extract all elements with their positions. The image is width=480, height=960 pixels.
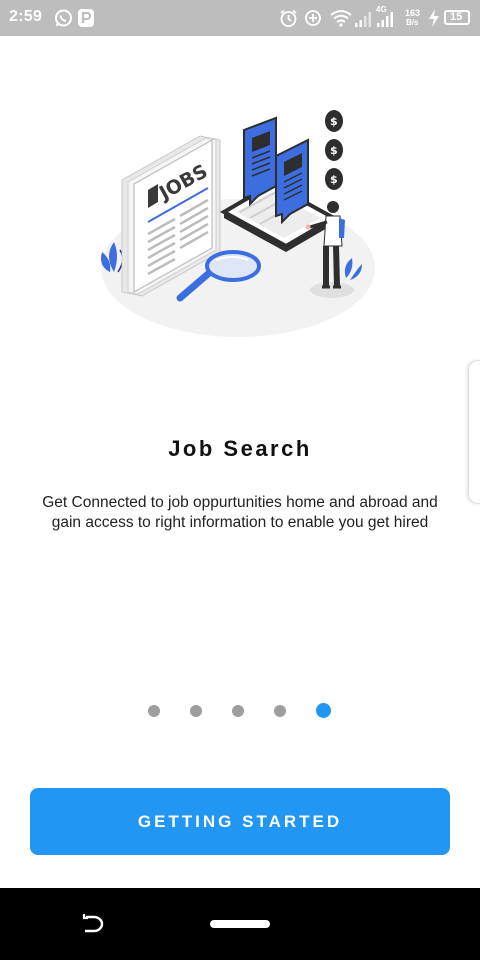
- svg-text:$: $: [330, 173, 338, 186]
- home-pill[interactable]: [210, 920, 270, 928]
- page-indicator: [0, 702, 480, 720]
- charging-icon: [429, 9, 439, 27]
- page-dot[interactable]: [274, 705, 286, 717]
- svg-text:$: $: [330, 115, 338, 128]
- svg-text:$: $: [330, 144, 338, 157]
- p-app-icon: [78, 9, 94, 27]
- edge-panel-handle[interactable]: [468, 360, 480, 504]
- battery-icon: 15: [444, 10, 470, 25]
- back-icon[interactable]: [80, 912, 106, 936]
- page-dot[interactable]: [232, 705, 244, 717]
- navigation-bar: [0, 888, 480, 960]
- dollar-coin-icon: $ $ $: [325, 110, 343, 190]
- whatsapp-icon: [55, 9, 72, 27]
- status-time: 2:59: [9, 8, 43, 25]
- page-dot-active[interactable]: [316, 703, 331, 718]
- job-search-illustration: JOBS $ $ $: [101, 110, 375, 337]
- signal-icon: [355, 12, 371, 27]
- data-saver-icon: [305, 10, 321, 26]
- page-dot[interactable]: [148, 705, 160, 717]
- signal-icon-2: [377, 12, 393, 27]
- wifi-icon: [330, 10, 352, 27]
- getting-started-button[interactable]: GETTING STARTED: [30, 788, 450, 855]
- battery-level: 15: [450, 11, 463, 23]
- alarm-icon: [280, 9, 297, 27]
- onboarding-title: Job Search: [168, 436, 312, 461]
- network-speed-value: 163: [405, 8, 421, 18]
- network-speed-unit: B/s: [406, 18, 419, 27]
- onboarding-description: Get Connected to job oppurtunities home …: [42, 494, 438, 531]
- status-bar: 2:59 4G 163 B/s 15: [0, 0, 480, 36]
- page-dot[interactable]: [190, 705, 202, 717]
